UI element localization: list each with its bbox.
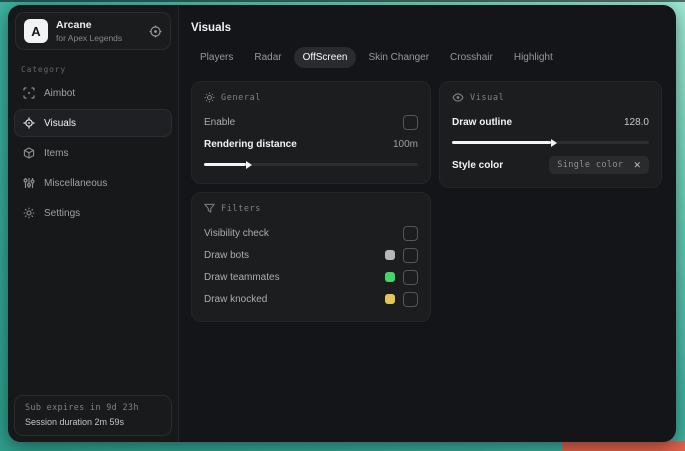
- sidebar-item-label: Items: [44, 147, 69, 159]
- panel-title: General: [221, 92, 262, 103]
- tab-skin-changer[interactable]: Skin Changer: [359, 47, 438, 68]
- slider-thumb[interactable]: [204, 163, 246, 166]
- filter-label: Draw knocked: [204, 293, 268, 305]
- rendering-distance-value: 100m: [392, 138, 418, 150]
- subscription-card: Sub expires in 9d 23h Session duration 2…: [14, 395, 172, 436]
- miscellaneous-icon: [23, 177, 35, 189]
- style-color-label: Style color: [452, 159, 504, 171]
- sidebar-item-label: Visuals: [44, 117, 77, 129]
- filter-row-draw-teammates: Draw teammates: [204, 267, 418, 287]
- funnel-icon: [204, 203, 215, 214]
- draw-outline-label: Draw outline: [452, 116, 513, 128]
- draw-knocked-checkbox[interactable]: [403, 291, 418, 307]
- rendering-distance-slider[interactable]: [204, 160, 418, 169]
- draw-teammates-color-swatch[interactable]: [385, 272, 395, 282]
- filter-label: Draw bots: [204, 249, 250, 261]
- enable-row: Enable: [204, 112, 418, 132]
- category-label: Category: [21, 65, 66, 74]
- rendering-distance-row: Rendering distance 100m: [204, 134, 418, 154]
- app-logo: A: [24, 19, 48, 43]
- filter-row-draw-bots: Draw bots: [204, 245, 418, 265]
- filters-panel: Filters Visibility check Draw bots Draw …: [191, 192, 431, 322]
- selected-option-label: Single color: [557, 160, 624, 170]
- target-icon[interactable]: [149, 25, 162, 38]
- main-content: Visuals Players Radar OffScreen Skin Cha…: [179, 5, 676, 442]
- sun-icon: [204, 92, 215, 103]
- visibility-check-checkbox[interactable]: [403, 225, 418, 241]
- tab-players[interactable]: Players: [191, 47, 242, 68]
- brand-card: A Arcane for Apex Legends: [15, 12, 171, 50]
- sub-expires-text: Sub expires in 9d 23h: [25, 403, 139, 413]
- filter-row-visibility-check: Visibility check: [204, 223, 418, 243]
- style-color-select[interactable]: Single color ✕: [549, 156, 649, 174]
- tab-highlight[interactable]: Highlight: [505, 47, 562, 68]
- tab-crosshair[interactable]: Crosshair: [441, 47, 502, 68]
- draw-outline-value: 128.0: [623, 116, 649, 128]
- background-orange-strip: [562, 441, 685, 451]
- session-duration-text: Session duration 2m 59s: [25, 417, 125, 427]
- screen-top-edge: [0, 0, 685, 2]
- sidebar-nav: Aimbot Visuals Items Miscellaneous Setti…: [8, 79, 178, 227]
- draw-knocked-color-swatch[interactable]: [385, 294, 395, 304]
- items-icon: [23, 147, 35, 159]
- sidebar-item-items[interactable]: Items: [14, 139, 172, 167]
- style-color-row: Style color Single color ✕: [452, 155, 649, 175]
- brand-name: Arcane: [56, 19, 92, 31]
- tab-bar: Players Radar OffScreen Skin Changer Cro…: [191, 47, 662, 68]
- enable-label: Enable: [204, 116, 236, 128]
- settings-icon: [23, 207, 35, 219]
- tab-offscreen[interactable]: OffScreen: [293, 47, 357, 68]
- sidebar: A Arcane for Apex Legends Category Aimbo…: [8, 5, 179, 442]
- aimbot-icon: [23, 87, 35, 99]
- filter-label: Visibility check: [204, 227, 269, 239]
- draw-outline-row: Draw outline 128.0: [452, 112, 649, 132]
- sidebar-item-label: Miscellaneous: [44, 177, 108, 189]
- visuals-icon: [23, 117, 35, 129]
- panel-title: Filters: [221, 203, 262, 214]
- app-window: A Arcane for Apex Legends Category Aimbo…: [8, 5, 676, 442]
- sidebar-item-miscellaneous[interactable]: Miscellaneous: [14, 169, 172, 197]
- close-icon[interactable]: ✕: [633, 160, 641, 170]
- eye-icon: [452, 92, 464, 103]
- page-title: Visuals: [191, 22, 232, 34]
- sidebar-item-label: Settings: [44, 207, 81, 219]
- draw-bots-color-swatch[interactable]: [385, 250, 395, 260]
- sidebar-item-visuals[interactable]: Visuals: [14, 109, 172, 137]
- draw-outline-slider[interactable]: [452, 138, 649, 147]
- sidebar-item-aimbot[interactable]: Aimbot: [14, 79, 172, 107]
- general-panel: General Enable Rendering distance 100m: [191, 81, 431, 184]
- draw-bots-checkbox[interactable]: [403, 247, 418, 263]
- draw-teammates-checkbox[interactable]: [403, 269, 418, 285]
- slider-thumb[interactable]: [452, 141, 551, 144]
- sidebar-item-label: Aimbot: [44, 87, 76, 99]
- rendering-distance-label: Rendering distance: [204, 138, 297, 150]
- filter-label: Draw teammates: [204, 271, 280, 283]
- visual-panel: Visual Draw outline 128.0 Style color Si…: [439, 81, 662, 188]
- sidebar-item-settings[interactable]: Settings: [14, 199, 172, 227]
- filter-row-draw-knocked: Draw knocked: [204, 289, 418, 309]
- panel-title: Visual: [470, 92, 505, 103]
- enable-checkbox[interactable]: [403, 114, 418, 130]
- brand-subtitle: for Apex Legends: [56, 33, 123, 43]
- tab-radar[interactable]: Radar: [245, 47, 290, 68]
